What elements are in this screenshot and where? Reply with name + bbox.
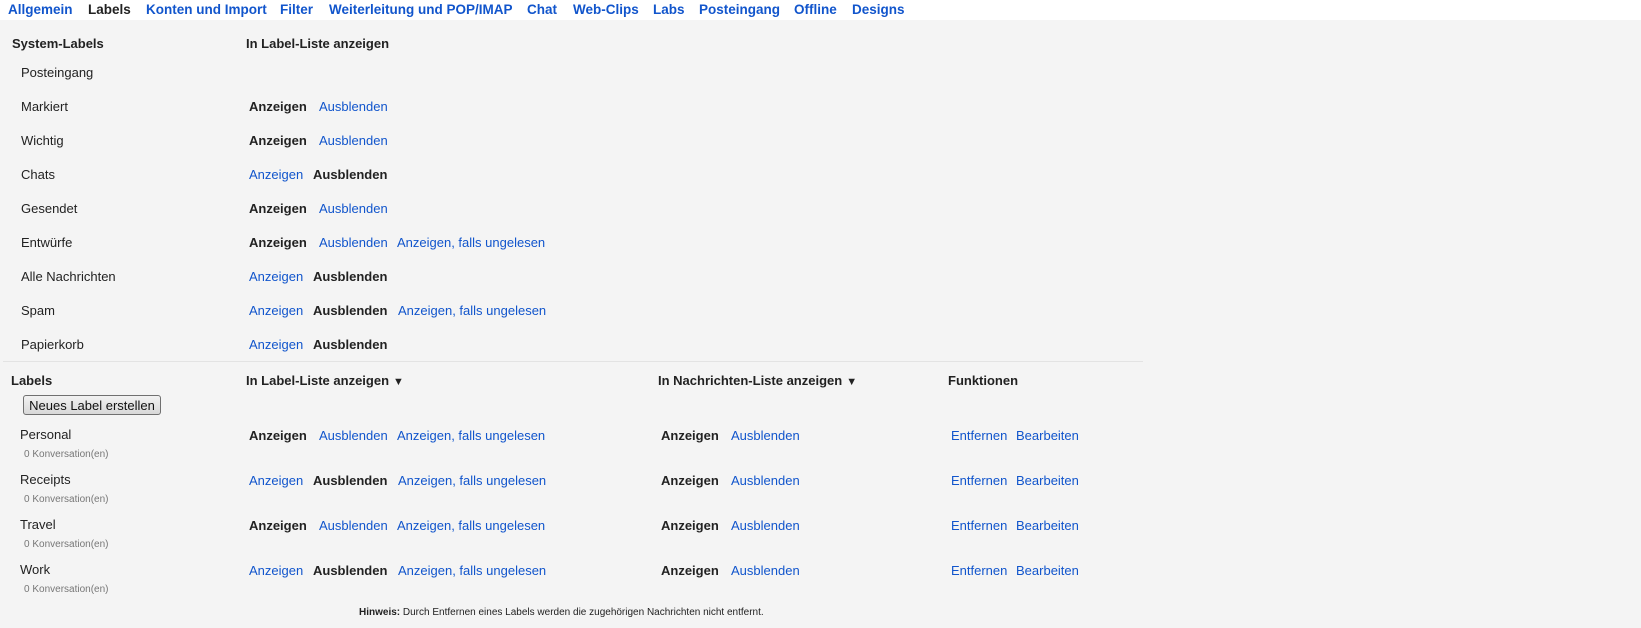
show-in-message-list-link: Anzeigen — [661, 473, 719, 488]
chevron-down-icon: ▼ — [393, 376, 404, 388]
show-in-message-list-link: Anzeigen — [661, 518, 719, 533]
tab-posteingang[interactable]: Posteingang — [699, 2, 780, 17]
tab-web-clips[interactable]: Web-Clips — [573, 2, 639, 17]
tab-filter[interactable]: Filter — [280, 2, 313, 17]
hide-in-label-list-link: Ausblenden — [313, 473, 388, 488]
show-if-unread-link[interactable]: Anzeigen, falls ungelesen — [397, 518, 545, 533]
user-label-name: Receipts — [20, 472, 71, 487]
show-in-message-list-link: Anzeigen — [661, 428, 719, 443]
conversation-count: 0 Konversation(en) — [24, 494, 109, 505]
show-in-label-list-link[interactable]: Anzeigen — [249, 473, 303, 488]
label-list-column-title: In Label-Liste anzeigen — [246, 373, 390, 388]
conversation-count: 0 Konversation(en) — [24, 539, 109, 550]
system-label-name: Gesendet — [21, 201, 78, 216]
tab-offline[interactable]: Offline — [794, 2, 837, 17]
actions-column-header: Funktionen — [948, 373, 1019, 388]
system-label-name: Alle Nachrichten — [21, 269, 116, 284]
show-in-message-list-link: Anzeigen — [661, 563, 719, 578]
show-in-label-list-link: Anzeigen — [249, 99, 307, 114]
conversation-count: 0 Konversation(en) — [24, 584, 109, 595]
system-label-name: Wichtig — [21, 133, 64, 148]
new-label-button[interactable]: Neues Label erstellen — [23, 395, 161, 415]
remove-label-link[interactable]: Entfernen — [951, 473, 1007, 488]
edit-label-link[interactable]: Bearbeiten — [1016, 518, 1079, 533]
system-label-name: Markiert — [21, 99, 68, 114]
tab-chat[interactable]: Chat — [527, 2, 557, 17]
note-text: Durch Entfernen eines Labels werden die … — [400, 607, 764, 618]
note-label: Hinweis: — [359, 607, 401, 618]
show-in-label-list-link[interactable]: Anzeigen — [249, 269, 303, 284]
hide-in-label-list-link[interactable]: Ausblenden — [319, 518, 388, 533]
hide-in-message-list-link[interactable]: Ausblenden — [731, 518, 800, 533]
hide-in-label-list-link[interactable]: Ausblenden — [319, 201, 388, 216]
show-in-label-list-link: Anzeigen — [249, 428, 307, 443]
removal-note: Hinweis: Durch Entfernen eines Labels we… — [359, 607, 764, 618]
settings-tab-bar: Allgemein Labels Konten und Import Filte… — [0, 0, 1641, 20]
show-if-unread-link[interactable]: Anzeigen, falls ungelesen — [397, 428, 545, 443]
system-label-name: Papierkorb — [21, 337, 84, 352]
user-label-name: Personal — [20, 427, 72, 442]
hide-in-label-list-link: Ausblenden — [313, 167, 388, 182]
system-label-name: Spam — [21, 303, 55, 318]
edit-label-link[interactable]: Bearbeiten — [1016, 473, 1079, 488]
show-in-label-list-link: Anzeigen — [249, 518, 307, 533]
show-if-unread-link[interactable]: Anzeigen, falls ungelesen — [398, 303, 546, 318]
show-in-label-list-link: Anzeigen — [249, 235, 307, 250]
tab-designs[interactable]: Designs — [852, 2, 905, 17]
user-label-name: Work — [20, 562, 51, 577]
remove-label-link[interactable]: Entfernen — [951, 428, 1007, 443]
remove-label-link[interactable]: Entfernen — [951, 518, 1007, 533]
hide-in-message-list-link[interactable]: Ausblenden — [731, 428, 800, 443]
system-label-list-column-header: In Label-Liste anzeigen — [246, 36, 390, 51]
hide-in-label-list-link[interactable]: Ausblenden — [319, 133, 388, 148]
chevron-down-icon: ▼ — [846, 376, 858, 388]
message-list-column-title: In Nachrichten-Liste anzeigen — [658, 373, 843, 388]
show-in-label-list-link: Anzeigen — [249, 201, 307, 216]
conversation-count: 0 Konversation(en) — [24, 449, 109, 460]
hide-in-label-list-link: Ausblenden — [313, 337, 388, 352]
remove-label-link[interactable]: Entfernen — [951, 563, 1007, 578]
hide-in-label-list-link: Ausblenden — [313, 303, 388, 318]
tab-labels[interactable]: Labels — [88, 2, 131, 17]
show-in-label-list-link[interactable]: Anzeigen — [249, 303, 303, 318]
user-label-name: Travel — [20, 517, 56, 532]
hide-in-label-list-link[interactable]: Ausblenden — [319, 428, 388, 443]
system-label-name: Posteingang — [21, 65, 94, 80]
message-list-column-header[interactable]: In Nachrichten-Liste anzeigen ▼ — [658, 373, 857, 388]
hide-in-message-list-link[interactable]: Ausblenden — [731, 563, 800, 578]
hide-in-label-list-link[interactable]: Ausblenden — [319, 235, 388, 250]
hide-in-label-list-link: Ausblenden — [313, 269, 388, 284]
labels-header: Labels — [11, 373, 53, 388]
show-in-label-list-link[interactable]: Anzeigen — [249, 167, 303, 182]
tab-weiterleitung[interactable]: Weiterleitung und POP/IMAP — [329, 2, 513, 17]
edit-label-link[interactable]: Bearbeiten — [1016, 563, 1079, 578]
tab-labs[interactable]: Labs — [653, 2, 685, 17]
show-if-unread-link[interactable]: Anzeigen, falls ungelesen — [398, 563, 546, 578]
show-in-label-list-link: Anzeigen — [249, 133, 307, 148]
edit-label-link[interactable]: Bearbeiten — [1016, 428, 1079, 443]
show-in-label-list-link[interactable]: Anzeigen — [249, 337, 303, 352]
system-labels-header: System-Labels — [12, 36, 104, 51]
system-label-name: Entwürfe — [21, 235, 73, 250]
system-label-name: Chats — [21, 167, 55, 182]
hide-in-label-list-link[interactable]: Ausblenden — [319, 99, 388, 114]
hide-in-message-list-link[interactable]: Ausblenden — [731, 473, 800, 488]
show-in-label-list-link[interactable]: Anzeigen — [249, 563, 303, 578]
show-if-unread-link[interactable]: Anzeigen, falls ungelesen — [397, 235, 545, 250]
tab-konten-import[interactable]: Konten und Import — [146, 2, 267, 17]
tab-allgemein[interactable]: Allgemein — [8, 2, 73, 17]
show-if-unread-link[interactable]: Anzeigen, falls ungelesen — [398, 473, 546, 488]
section-divider — [3, 361, 1143, 362]
label-list-column-header[interactable]: In Label-Liste anzeigen ▼ — [246, 373, 404, 388]
hide-in-label-list-link: Ausblenden — [313, 563, 388, 578]
